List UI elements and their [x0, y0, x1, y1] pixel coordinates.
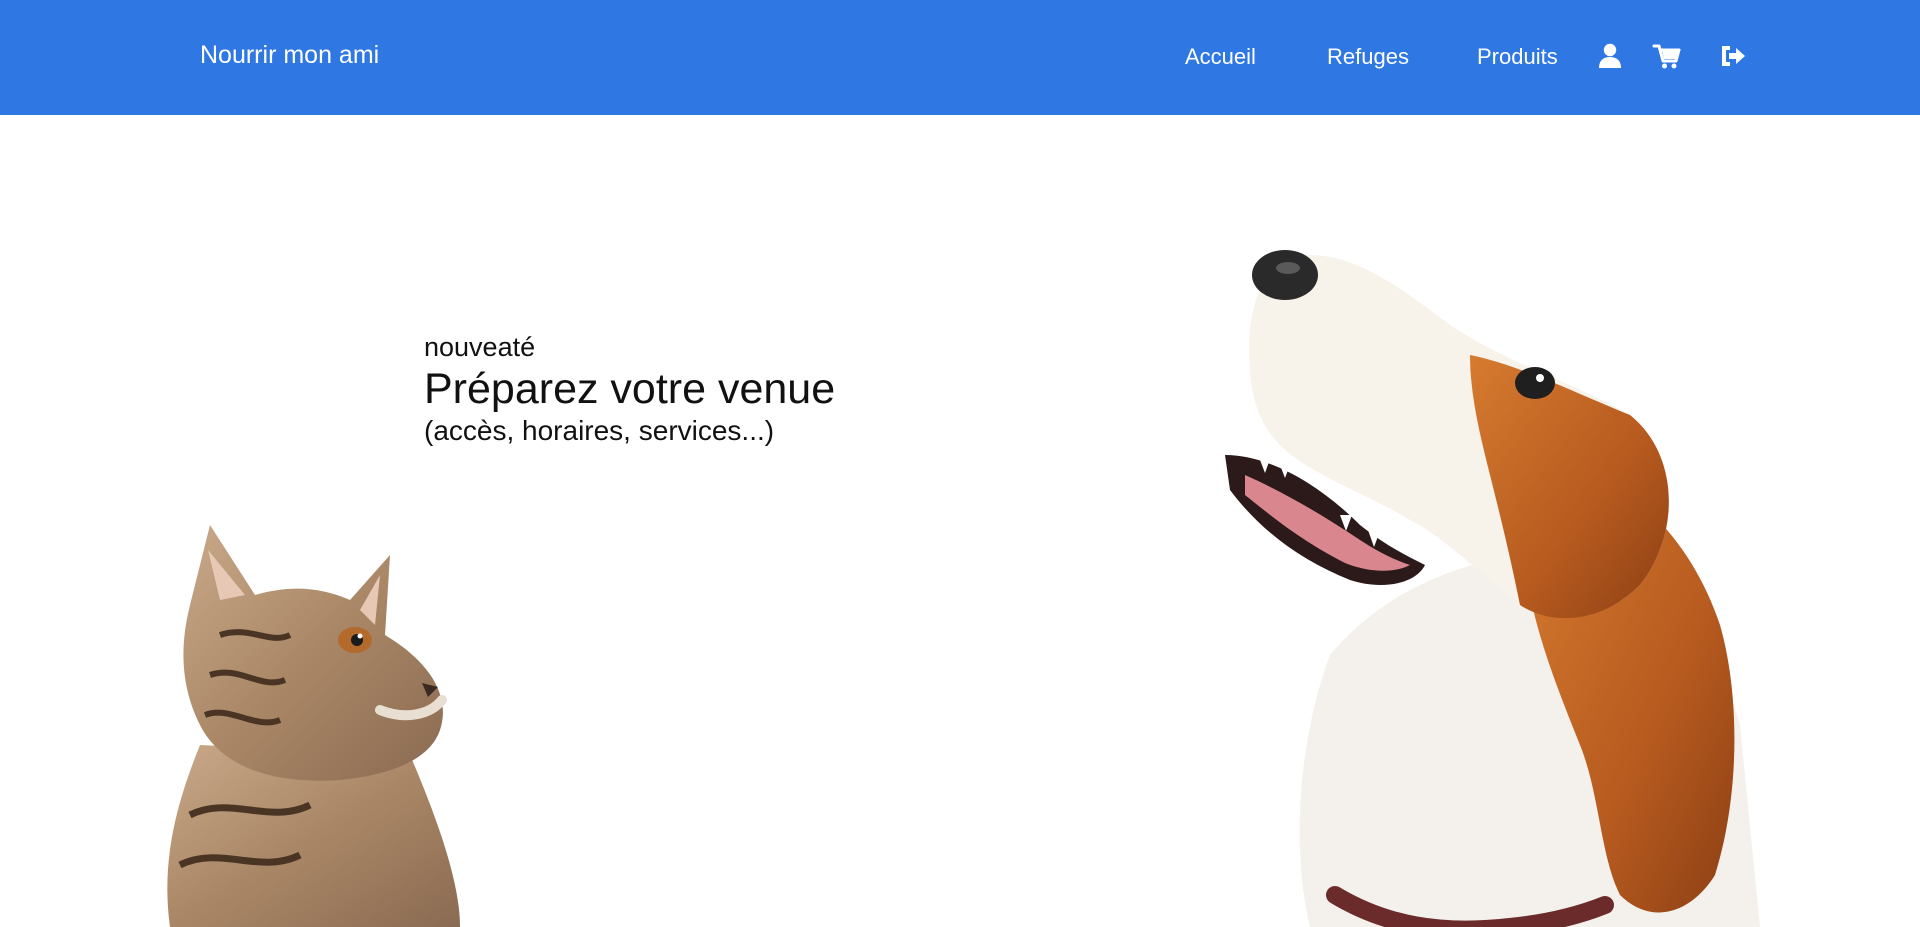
hero-subtitle: (accès, horaires, services...) — [424, 415, 775, 446]
hero-kicker: nouveaté — [424, 332, 536, 362]
nav-link-accueil[interactable]: Accueil — [1185, 43, 1256, 71]
kitten-image — [160, 495, 500, 927]
dog-image — [1220, 235, 1760, 927]
user-icon[interactable] — [1595, 41, 1625, 71]
hero-banner: nouveaté Préparez votre venue (accès, ho… — [160, 115, 1760, 927]
nav-link-produits[interactable]: Produits — [1477, 43, 1558, 71]
hero-title: Préparez votre venue — [424, 365, 836, 413]
hero-text-block: nouveaté Préparez votre venue (accès, ho… — [424, 330, 835, 448]
shopping-cart-icon[interactable] — [1652, 41, 1682, 71]
nav-link-refuges[interactable]: Refuges — [1327, 43, 1409, 71]
top-navbar: Nourrir mon ami Accueil Refuges Produits — [0, 0, 1920, 115]
brand-link[interactable]: Nourrir mon ami — [200, 40, 379, 70]
sign-out-icon[interactable] — [1718, 41, 1748, 71]
